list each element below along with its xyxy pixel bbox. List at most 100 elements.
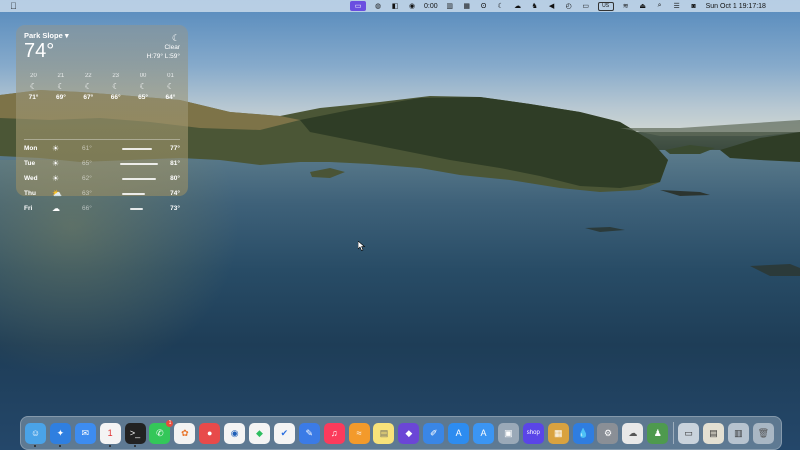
dock-separator <box>673 422 675 444</box>
screen-record-icon[interactable]: ▭ <box>350 1 366 11</box>
daily-row: Tue ☀ 65° 81° <box>24 159 180 174</box>
hourly-item: 00 ☾ 65° <box>130 73 157 101</box>
day-high-temp: 74° <box>170 190 180 197</box>
moon-icon: ☾ <box>166 82 175 91</box>
day-name: Fri <box>24 205 33 212</box>
pencil-app-icon[interactable]: ✐ <box>423 422 445 444</box>
daily-row: Mon ☀ 61° 77° <box>24 144 180 159</box>
preview-icon[interactable]: ▣ <box>497 422 519 444</box>
password-manager-icon[interactable]: ◉ <box>224 422 246 444</box>
weather-location: Park Slope ▾ <box>24 31 69 40</box>
hourly-time: 22 <box>84 73 92 79</box>
mail-icon[interactable]: ✉ <box>74 422 96 444</box>
moon-icon[interactable]: ☾ <box>496 1 506 11</box>
temp-range-bar <box>120 163 158 165</box>
sun-icon: ☀ <box>52 144 60 153</box>
timer-display[interactable]: 0:00 <box>424 1 438 11</box>
reeder-icon[interactable]: ≈ <box>348 422 370 444</box>
music-icon[interactable]: ♫ <box>323 422 345 444</box>
daily-row: Fri ☁ 66° 73° <box>24 204 180 219</box>
notification-badge: 1 <box>166 419 174 427</box>
weather-location-label: Park Slope <box>24 31 63 40</box>
column-icon[interactable]: ▥ <box>445 1 455 11</box>
hourly-item: 22 ☾ 67° <box>75 73 102 101</box>
mouse-cursor-icon <box>358 241 366 251</box>
safari-icon[interactable]: ✦ <box>49 422 71 447</box>
volume-icon[interactable]: ◀ <box>547 1 557 11</box>
day-high-temp: 81° <box>170 160 180 167</box>
calendar-icon[interactable]: 1 <box>99 422 121 447</box>
terminal-icon[interactable]: >_ <box>124 422 146 447</box>
temp-range-bar <box>121 148 153 150</box>
location-arrow-icon: ▾ <box>64 31 69 40</box>
record-icon[interactable]: ● <box>199 422 221 444</box>
day-name: Wed <box>24 175 38 182</box>
app-store-icon[interactable]: A <box>448 422 470 444</box>
finder-icon[interactable]: ☺ <box>25 422 46 447</box>
messages-icon[interactable]: ✆ 1 <box>149 419 174 444</box>
drop-icon[interactable]: 💧 <box>572 422 594 444</box>
cloud-icon: ☁ <box>52 204 60 213</box>
elephant-icon[interactable]: ♞ <box>530 1 540 11</box>
dock-row: ☺ ✦ ✉ 1 >_ ✆ 1 ✿ ● ◉ ◆ ✔ ✎ ♫ ≈ ▤ ◆ ✐ A A ▣ shop ▦ 💧 ⚙ ☁ ♟ ▭ ▤ ▥ 🗑 <box>25 419 778 447</box>
evernote-icon[interactable]: ◆ <box>249 422 271 444</box>
cloud-app-icon[interactable]: ☁ <box>622 422 644 444</box>
activity-icon[interactable]: ◉ <box>407 1 417 11</box>
hourly-time: 21 <box>57 73 65 79</box>
daily-row: Wed ☀ 62° 80° <box>24 174 180 189</box>
hourly-time: 23 <box>112 73 120 79</box>
trash-icon[interactable]: 🗑 <box>752 422 774 444</box>
forecast-divider <box>24 139 180 140</box>
archive-icon[interactable]: ▦ <box>547 422 569 444</box>
hourly-item: 21 ☾ 69° <box>47 73 74 101</box>
day-high-temp: 80° <box>170 175 180 182</box>
sun-icon: ☀ <box>52 174 60 183</box>
obsidian-icon[interactable]: ◆ <box>398 422 420 444</box>
search-icon[interactable]: ⌕ <box>655 1 665 11</box>
day-low-temp: 63° <box>82 190 92 197</box>
recent-window-1[interactable]: ▭ <box>678 422 700 444</box>
partly-cloudy-icon: ⛅ <box>52 189 62 198</box>
temp-range-bar <box>121 178 157 180</box>
hourly-forecast: 20 ☾ 71° 21 ☾ 69° 22 ☾ 67° 23 ☾ 66° 00 ☾ 65° 01 ☾ 64° <box>20 73 184 101</box>
daily-forecast: Mon ☀ 61° 77° Tue ☀ 65° 81° Wed ☀ 62° 80° Thu ⛅ 63° 74°… <box>24 144 180 219</box>
day-name: Thu <box>24 190 36 197</box>
shop-icon[interactable]: shop <box>522 422 544 444</box>
tot-icon[interactable]: ✎ <box>298 422 320 444</box>
notes-icon[interactable]: ▤ <box>373 422 395 444</box>
app-store-beta-icon[interactable]: A <box>473 422 495 444</box>
bars-icon[interactable]: ▦ <box>462 1 472 11</box>
temp-range-bar <box>121 193 145 195</box>
cloud-icon[interactable]: ☁ <box>513 1 523 11</box>
dock: ☺ ✦ ✉ 1 >_ ✆ 1 ✿ ● ◉ ◆ ✔ ✎ ♫ ≈ ▤ ◆ ✐ A A ▣ shop ▦ 💧 ⚙ ☁ ♟ ▭ ▤ ▥ 🗑 <box>20 416 782 450</box>
system-settings-icon[interactable]: ⚙ <box>597 422 619 444</box>
recent-window-3[interactable]: ▥ <box>727 422 749 444</box>
day-low-temp: 66° <box>82 205 92 212</box>
battery-icon[interactable]: ▭ <box>581 1 591 11</box>
chess-icon[interactable]: ♟ <box>647 422 669 444</box>
clock-icon[interactable]: ◴ <box>564 1 574 11</box>
bluetooth-like-icon[interactable]: ʘ <box>479 1 489 11</box>
vpn-icon[interactable]: ◍ <box>373 1 383 11</box>
menu-bar-clock[interactable]: Sun Oct 1 19:17:18 <box>706 1 766 11</box>
moon-icon: ☾ <box>29 82 38 91</box>
apple-menu-icon[interactable]:  <box>10 1 17 11</box>
wifi-icon[interactable]: ≋ <box>621 1 631 11</box>
recent-window-2[interactable]: ▤ <box>703 422 725 444</box>
weather-condition: Clear <box>164 44 180 51</box>
day-name: Mon <box>24 145 38 152</box>
airplay-icon[interactable]: ⏏ <box>638 1 648 11</box>
daily-row: Thu ⛅ 63° 74° <box>24 189 180 204</box>
control-center-icon[interactable]: ☰ <box>672 1 682 11</box>
day-low-temp: 62° <box>82 175 92 182</box>
day-name: Tue <box>24 160 36 167</box>
things-icon[interactable]: ✔ <box>273 422 295 444</box>
input-source-badge[interactable]: US <box>597 1 614 11</box>
user-icon[interactable]: ◙ <box>689 1 699 11</box>
photos-icon[interactable]: ✿ <box>174 422 196 444</box>
app-status-icon[interactable]: ◧ <box>390 1 400 11</box>
hourly-item: 23 ☾ 66° <box>102 73 129 101</box>
weather-widget[interactable]: Park Slope ▾ 74° ☾ Clear H:79° L:59° 20 ☾… <box>16 25 188 213</box>
desktop[interactable]:  ▭ ◍ ◧ ◉ 0:00 ▥ ▦ ʘ ☾ ☁ ♞ ◀ ◴ ▭ US ≋ ⏏ ⌕ ☰ ◙ Sun Oct 1 19:1… <box>0 0 800 450</box>
day-high-temp: 73° <box>170 205 180 212</box>
